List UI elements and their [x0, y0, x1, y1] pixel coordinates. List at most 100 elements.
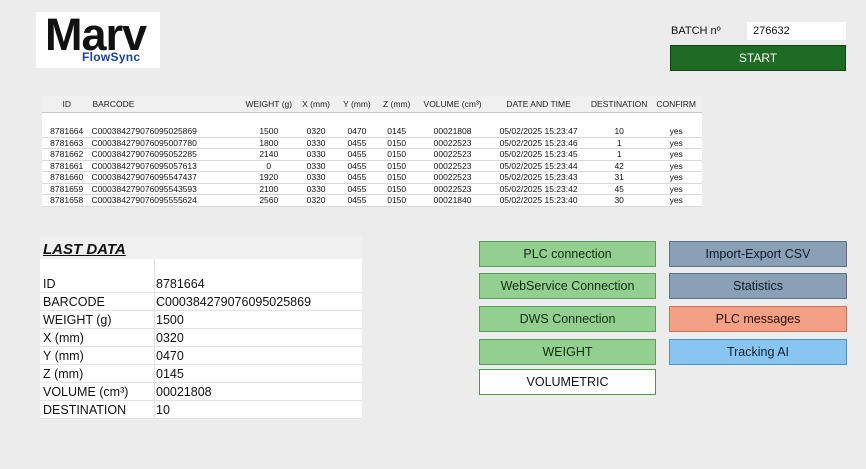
col-header-z: Z (mm): [377, 96, 417, 113]
cell-z: 0150: [377, 148, 417, 161]
dws-connection-button[interactable]: DWS Connection: [479, 306, 656, 332]
col-header-weight: WEIGHT (g): [241, 96, 296, 113]
col-header-barcode: BARCODE: [91, 96, 242, 113]
weight-button[interactable]: WEIGHT: [479, 339, 656, 365]
cell-destination: 1: [588, 137, 651, 149]
cell-barcode: C000384279076095543593: [91, 183, 242, 195]
cell-x: 0330: [295, 137, 337, 149]
col-header-confirm: CONFIRM: [650, 96, 702, 113]
col-header-id: ID: [42, 96, 92, 113]
cell-destination: 42: [588, 160, 651, 172]
scan-data-table: ID BARCODE WEIGHT (g) X (mm) Y (mm) Z (m…: [42, 96, 702, 207]
cell-barcode: C000384279076095555624: [91, 194, 242, 207]
last-data-value: 1500: [156, 313, 184, 327]
cell-datetime: 05/02/2025 15:23:47: [489, 126, 589, 138]
volumetric-button[interactable]: VOLUMETRIC: [479, 369, 656, 395]
cell-barcode: C000384279076095007780: [91, 137, 242, 149]
cell-volume: 00022523: [416, 171, 490, 184]
cell-z: 0150: [377, 160, 417, 172]
last-data-row: BARCODE C000384279076095025869: [40, 294, 362, 311]
cell-confirm: yes: [650, 160, 702, 172]
cell-z: 0150: [377, 171, 417, 184]
last-data-key: X (mm): [43, 331, 84, 345]
cell-z: 0150: [377, 194, 417, 207]
cell-x: 0320: [295, 194, 337, 207]
cell-weight: 1920: [241, 171, 296, 184]
last-data-row: X (mm) 0320: [40, 330, 362, 347]
cell-id: 8781664: [42, 126, 92, 138]
cell-z: 0145: [377, 126, 417, 138]
table-row[interactable]: 8781662 C000384279076095052285 2140 0330 045…: [42, 148, 702, 161]
col-header-y: Y (mm): [336, 96, 378, 113]
table-spacer-row: [42, 113, 702, 127]
cell-datetime: 05/02/2025 15:23:44: [489, 160, 589, 172]
cell-volume: 00021808: [416, 126, 490, 138]
cell-y: 0455: [336, 148, 378, 161]
cell-weight: 2140: [241, 148, 296, 161]
cell-datetime: 05/02/2025 15:23:42: [489, 183, 589, 195]
cell-id: 8781662: [42, 148, 92, 161]
import-export-csv-button[interactable]: Import-Export CSV: [669, 241, 847, 267]
last-data-value: 0145: [156, 367, 184, 381]
cell-x: 0330: [295, 160, 337, 172]
last-data-key: ID: [43, 277, 56, 291]
cell-confirm: yes: [650, 194, 702, 207]
last-data-key: DESTINATION: [43, 403, 127, 417]
cell-volume: 00022523: [416, 160, 490, 172]
tracking-ai-button[interactable]: Tracking AI: [669, 339, 847, 365]
last-data-value: 0470: [156, 349, 184, 363]
cell-id: 8781661: [42, 160, 92, 172]
table-spacer-cell: [42, 113, 702, 127]
cell-confirm: yes: [650, 148, 702, 161]
cell-datetime: 05/02/2025 15:23:43: [489, 171, 589, 184]
cell-x: 0330: [295, 183, 337, 195]
last-data-value: 0320: [156, 331, 184, 345]
last-data-value: 10: [156, 403, 170, 417]
table-row[interactable]: 8781660 C000384279076095547437 1920 0330 045…: [42, 171, 702, 184]
plc-messages-button[interactable]: PLC messages: [669, 306, 847, 332]
logo-sub: FlowSync: [82, 50, 141, 64]
table-header-row: ID BARCODE WEIGHT (g) X (mm) Y (mm) Z (m…: [42, 96, 702, 113]
cell-id: 8781660: [42, 171, 92, 184]
cell-x: 0330: [295, 171, 337, 184]
cell-id: 8781658: [42, 194, 92, 207]
cell-destination: 31: [588, 171, 651, 184]
table-row[interactable]: 8781663 C000384279076095007780 1800 0330 045…: [42, 137, 702, 149]
cell-datetime: 05/02/2025 15:23:40: [489, 194, 589, 207]
statistics-button[interactable]: Statistics: [669, 273, 847, 299]
table-row[interactable]: 8781664 C000384279076095025869 1500 0320 047…: [42, 126, 702, 138]
cell-weight: 1800: [241, 137, 296, 149]
last-data-panel: LAST DATA ID 8781664 BARCODE C0003842790760…: [40, 237, 362, 419]
last-data-value: 00021808: [156, 385, 212, 399]
cell-confirm: yes: [650, 126, 702, 138]
start-button[interactable]: START: [670, 45, 846, 71]
last-data-row: Y (mm) 0470: [40, 348, 362, 365]
cell-weight: 2560: [241, 194, 296, 207]
cell-z: 0150: [377, 137, 417, 149]
cell-weight: 2100: [241, 183, 296, 195]
cell-volume: 00022523: [416, 137, 490, 149]
cell-volume: 00022523: [416, 183, 490, 195]
cell-y: 0455: [336, 194, 378, 207]
table-row[interactable]: 8781659 C000384279076095543593 2100 0330 045…: [42, 183, 702, 195]
plc-connection-button[interactable]: PLC connection: [479, 241, 656, 267]
last-data-row: Z (mm) 0145: [40, 366, 362, 383]
col-header-destination: DESTINATION: [588, 96, 651, 113]
col-header-volume: VOLUME (cm³): [416, 96, 490, 113]
cell-volume: 00021840: [416, 194, 490, 207]
table-row[interactable]: 8781661 C000384279076095057613 0 0330 0455 01…: [42, 160, 702, 172]
last-data-row: VOLUME (cm³) 00021808: [40, 384, 362, 401]
last-data-title: LAST DATA: [43, 241, 126, 258]
batch-number-field[interactable]: 276632: [747, 22, 846, 40]
last-data-key: BARCODE: [43, 295, 105, 309]
cell-confirm: yes: [650, 183, 702, 195]
last-data-row: ID 8781664: [40, 276, 362, 293]
webservice-connection-button[interactable]: WebService Connection: [479, 273, 656, 299]
last-data-row: DESTINATION 10: [40, 402, 362, 419]
cell-destination: 10: [588, 126, 651, 138]
table-row[interactable]: 8781658 C000384279076095555624 2560 0320 045…: [42, 194, 702, 207]
cell-barcode: C000384279076095052285: [91, 148, 242, 161]
cell-y: 0455: [336, 183, 378, 195]
cell-confirm: yes: [650, 171, 702, 184]
last-data-row: WEIGHT (g) 1500: [40, 312, 362, 329]
